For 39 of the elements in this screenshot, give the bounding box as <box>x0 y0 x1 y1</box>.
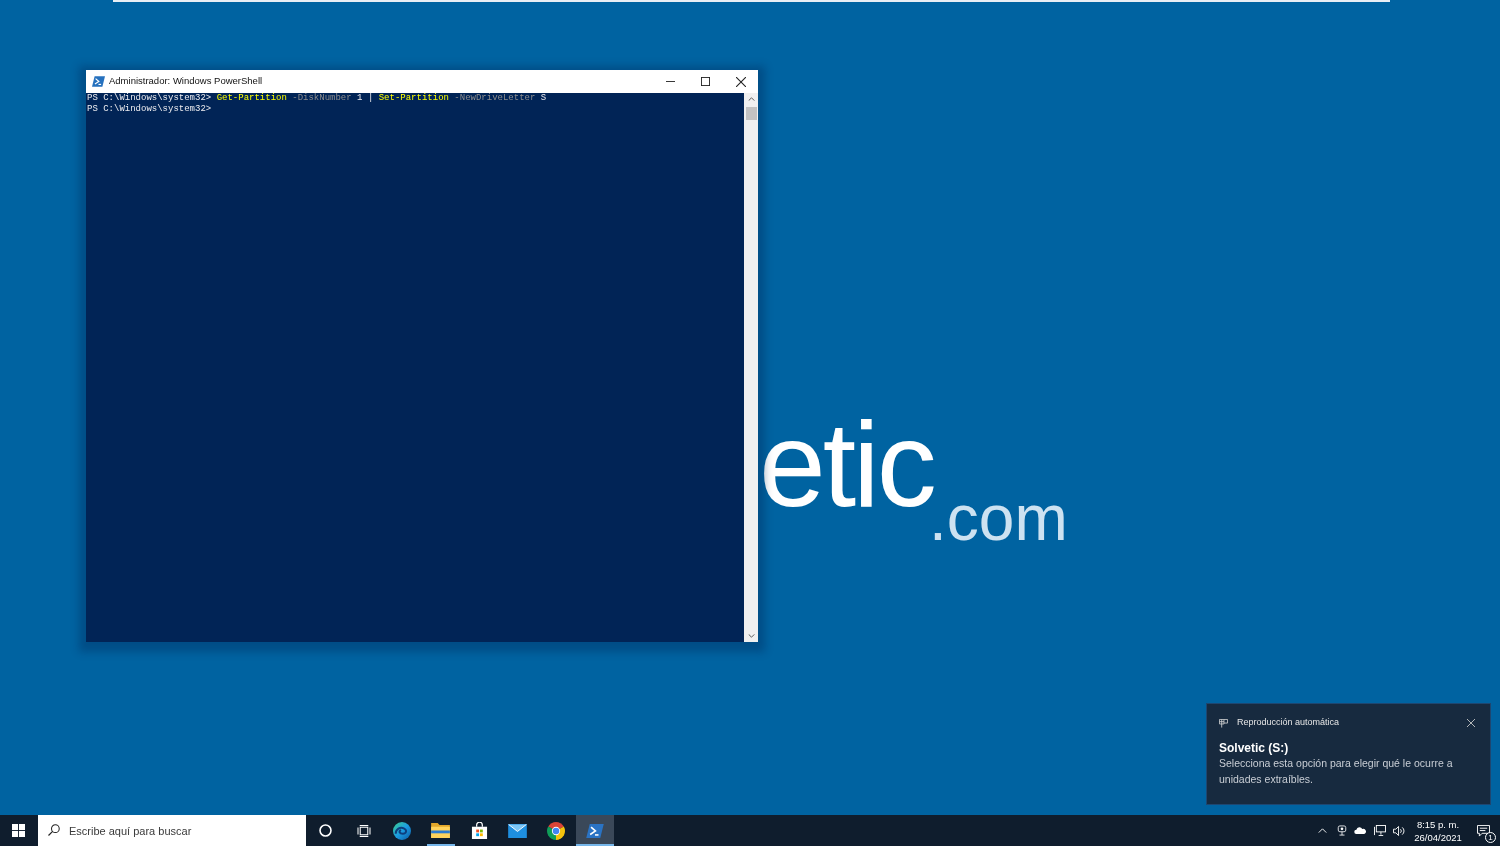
autoplay-icon <box>1219 718 1228 728</box>
maximize-icon <box>701 77 710 86</box>
vertical-scrollbar[interactable] <box>744 93 758 642</box>
windows-logo-icon <box>12 824 25 837</box>
task-view-icon <box>356 824 371 837</box>
notification-close-button[interactable] <box>1464 716 1478 730</box>
circle-icon <box>318 824 332 837</box>
close-icon <box>735 76 746 87</box>
clock-button[interactable]: 8:15 p. m. 26/04/2021 <box>1410 815 1466 846</box>
scroll-down-icon[interactable] <box>747 634 755 638</box>
shopping-bag-icon <box>470 822 488 839</box>
scroll-up-icon[interactable] <box>747 97 755 101</box>
speech-bubble-icon <box>1476 824 1490 837</box>
tricolor-circle-icon <box>547 821 566 840</box>
console-line: PS C:\Windows\system32> <box>87 104 212 115</box>
swirl-logo-icon <box>393 821 412 840</box>
scrollbar-thumb[interactable] <box>745 107 757 120</box>
window-title: Administrador: Windows PowerShell <box>109 74 263 89</box>
console-line: PS C:\Windows\system32> Get-Partition -DiskNumber 1 | Set-Partition -NewDriveLetter S <box>87 93 547 104</box>
search-field[interactable]: Escribe aquí para buscar <box>38 815 306 846</box>
cloud-icon <box>1354 827 1367 834</box>
action-center-button[interactable]: 1 <box>1466 815 1500 846</box>
speaker-icon <box>1392 825 1405 836</box>
webcam-icon <box>1336 825 1347 836</box>
notification-message: Selecciona esta opción para elegir qué le ocurre a unidades extraíbles. <box>1219 756 1454 787</box>
chevron-up-icon <box>1318 828 1327 833</box>
envelope-icon <box>508 823 528 838</box>
notification-app-name: Reproducción automática <box>1237 716 1340 730</box>
terminal-prompt-icon <box>92 76 105 87</box>
folder-icon <box>431 823 451 838</box>
search-icon <box>48 824 60 836</box>
monitor-icon <box>1373 825 1386 836</box>
terminal-prompt-icon <box>585 823 604 838</box>
close-icon <box>1467 719 1475 727</box>
taskbar-app-button[interactable] <box>575 815 614 846</box>
notification-title: Solvetic (S:) <box>1219 741 1289 756</box>
notification-toast[interactable]: Reproducción automática Solvetic (S:) Selecciona esta opción para elegir qué le ocurre a unidades extraíbles. <box>1206 703 1491 805</box>
minimize-icon <box>666 81 675 82</box>
notification-count-badge: 1 <box>1485 832 1496 843</box>
